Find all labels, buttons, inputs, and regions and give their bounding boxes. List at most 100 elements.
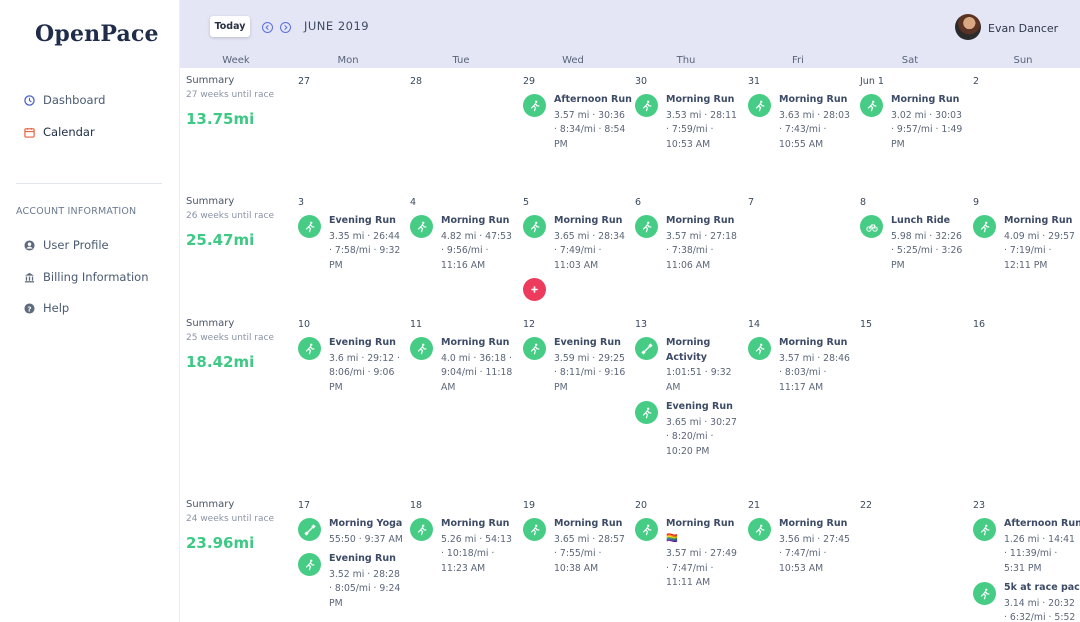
activity-type-button[interactable] xyxy=(860,94,883,117)
running-icon xyxy=(304,559,316,571)
day-number[interactable]: 23 xyxy=(973,500,985,511)
activity-title[interactable]: Morning Run xyxy=(554,518,622,529)
activity-type-button[interactable] xyxy=(973,215,996,238)
day-number[interactable]: 14 xyxy=(748,319,760,330)
day-number[interactable]: 2 xyxy=(973,76,979,87)
activity-title[interactable]: Evening Run xyxy=(554,337,621,348)
add-activity-button[interactable] xyxy=(523,278,546,301)
activity-title-line2[interactable]: Activity xyxy=(666,352,707,363)
activity-type-button[interactable] xyxy=(973,518,996,541)
avatar[interactable] xyxy=(955,14,981,40)
activity-type-button[interactable] xyxy=(973,582,996,605)
activity-title[interactable]: Evening Run xyxy=(329,215,396,226)
activity-type-button[interactable] xyxy=(410,518,433,541)
activity-type-button[interactable] xyxy=(298,553,321,576)
activity-title[interactable]: Morning Run xyxy=(779,518,847,529)
sidebar-item-help[interactable]: ? Help xyxy=(24,299,69,317)
day-number[interactable]: 4 xyxy=(410,197,416,208)
activity-title[interactable]: Morning Run xyxy=(666,94,734,105)
sidebar-item-billing[interactable]: Billing Information xyxy=(24,268,148,286)
activity-title[interactable]: Lunch Ride xyxy=(891,215,950,226)
activity-title[interactable]: Morning Run xyxy=(666,518,734,529)
activity-title[interactable]: Evening Run xyxy=(329,337,396,348)
today-button[interactable]: Today xyxy=(210,16,250,37)
day-number[interactable]: 22 xyxy=(860,500,872,511)
day-number[interactable]: 18 xyxy=(410,500,422,511)
activity-title[interactable]: Morning Run xyxy=(666,215,734,226)
day-number[interactable]: 15 xyxy=(860,319,872,330)
activity-title[interactable]: 5k at race pace xyxy=(1004,582,1080,593)
day-number[interactable]: 13 xyxy=(635,319,647,330)
activity-title[interactable]: Morning Run xyxy=(441,337,509,348)
activity-title[interactable]: Morning xyxy=(666,337,710,348)
day-number[interactable]: 9 xyxy=(973,197,979,208)
sidebar-item-user-profile[interactable]: User Profile xyxy=(24,236,109,254)
activity-type-button[interactable] xyxy=(635,215,658,238)
activity-type-button[interactable] xyxy=(635,401,658,424)
activity-type-button[interactable] xyxy=(298,337,321,360)
activity-type-button[interactable] xyxy=(523,518,546,541)
day-number[interactable]: 28 xyxy=(410,76,422,87)
day-number[interactable]: 12 xyxy=(523,319,535,330)
next-month-button[interactable] xyxy=(280,22,291,33)
activity-type-button[interactable] xyxy=(410,215,433,238)
prev-month-button[interactable] xyxy=(262,22,273,33)
activity-title[interactable]: Morning Yoga xyxy=(329,518,402,529)
activity-type-button[interactable] xyxy=(748,94,771,117)
sidebar-item-calendar[interactable]: Calendar xyxy=(24,123,95,141)
activity-type-button[interactable] xyxy=(860,215,883,238)
activity-title[interactable]: Afternoon Run xyxy=(1004,518,1080,529)
day-number[interactable]: 31 xyxy=(748,76,760,87)
activity-title[interactable]: Evening Run xyxy=(329,553,396,564)
day-number[interactable]: 5 xyxy=(523,197,529,208)
activity-type-button[interactable] xyxy=(523,94,546,117)
activity-type-button[interactable] xyxy=(635,337,658,360)
activity-title[interactable]: Morning Run xyxy=(891,94,959,105)
weeks-until-race: 25 weeks until race xyxy=(186,333,275,343)
activity-title[interactable]: Morning Run xyxy=(779,94,847,105)
day-number[interactable]: 20 xyxy=(635,500,647,511)
activity-type-button[interactable] xyxy=(635,518,658,541)
day-number[interactable]: 10 xyxy=(298,319,310,330)
running-icon xyxy=(641,100,653,112)
day-number[interactable]: 8 xyxy=(860,197,866,208)
day-number[interactable]: 19 xyxy=(523,500,535,511)
day-number[interactable]: 21 xyxy=(748,500,760,511)
day-number[interactable]: 6 xyxy=(635,197,641,208)
activity-title[interactable]: Morning Run xyxy=(554,215,622,226)
sidebar-item-dashboard[interactable]: Dashboard xyxy=(24,91,105,109)
day-number[interactable]: 16 xyxy=(973,319,985,330)
day-number[interactable]: 27 xyxy=(298,76,310,87)
activity-type-button[interactable] xyxy=(748,337,771,360)
activity-title-line2[interactable]: 🏳️‍🌈 xyxy=(666,533,678,544)
activity-title[interactable]: Evening Run xyxy=(666,401,733,412)
activity-type-button[interactable] xyxy=(635,94,658,117)
day-number[interactable]: 29 xyxy=(523,76,535,87)
activity-type-button[interactable] xyxy=(410,337,433,360)
week-total-distance: 13.75mi xyxy=(186,110,255,128)
activity-stats: 3.52 mi · 28:28 xyxy=(329,568,400,580)
activity-type-button[interactable] xyxy=(523,337,546,360)
weeks-until-race: 24 weeks until race xyxy=(186,514,275,524)
activity-title[interactable]: Morning Run xyxy=(441,215,509,226)
day-number[interactable]: 17 xyxy=(298,500,310,511)
day-number[interactable]: 11 xyxy=(410,319,422,330)
activity-stats: 12:11 PM xyxy=(1004,259,1048,271)
day-number[interactable]: 7 xyxy=(748,197,754,208)
activity-title[interactable]: Afternoon Run xyxy=(554,94,632,105)
activity-type-button[interactable] xyxy=(298,518,321,541)
day-number[interactable]: 3 xyxy=(298,197,304,208)
activity-title[interactable]: Morning Run xyxy=(441,518,509,529)
activity-title[interactable]: Morning Run xyxy=(779,337,847,348)
user-name[interactable]: Evan Dancer xyxy=(988,22,1058,35)
activity-stats: PM xyxy=(329,259,343,271)
activity-type-button[interactable] xyxy=(523,215,546,238)
day-number[interactable]: Jun 1 xyxy=(860,76,884,87)
activity-type-button[interactable] xyxy=(298,215,321,238)
activity-type-button[interactable] xyxy=(748,518,771,541)
activity-stats: 3.57 mi · 28:46 xyxy=(779,352,850,364)
weeks-until-race: 26 weeks until race xyxy=(186,211,275,221)
app-logo[interactable]: OpenPace xyxy=(35,21,159,47)
day-number[interactable]: 30 xyxy=(635,76,647,87)
activity-title[interactable]: Morning Run xyxy=(1004,215,1072,226)
